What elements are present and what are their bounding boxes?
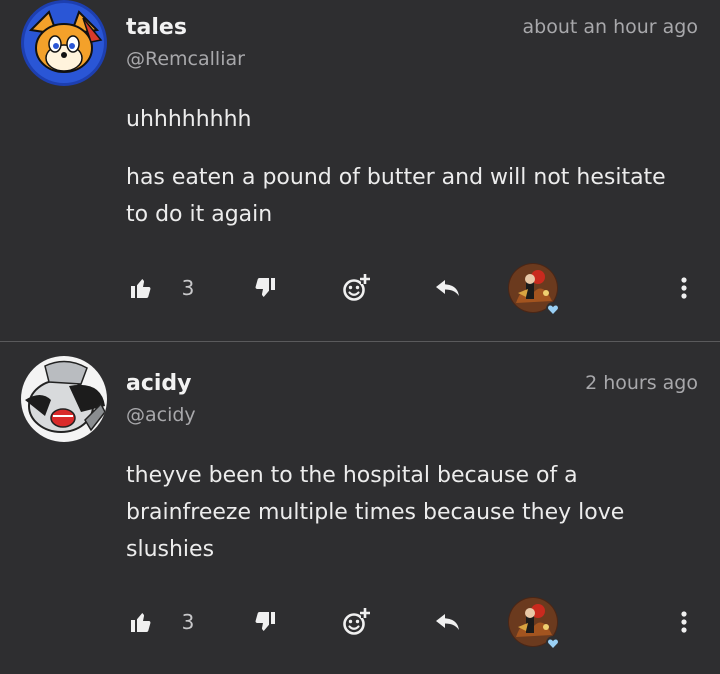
reaction-badge [546, 302, 560, 316]
add-reaction-button[interactable] [338, 258, 374, 318]
username[interactable]: acidy [126, 371, 192, 396]
like-button[interactable] [126, 592, 156, 652]
comment: acidy @acidy 2 hours ago theyve been to … [0, 342, 720, 674]
comment-body: uhhhhhhhh has eaten a pound of butter an… [126, 101, 686, 233]
heart-icon [548, 305, 558, 314]
reply-icon [436, 280, 459, 296]
comment-actions: 3 [0, 592, 720, 652]
add-reaction-icon [343, 274, 370, 301]
comment-paragraph: theyve been to the hospital because of a… [126, 463, 625, 562]
more-vertical-icon [681, 611, 687, 633]
reply-button[interactable] [432, 258, 464, 318]
reaction-badge [546, 636, 560, 650]
timestamp: 2 hours ago [585, 372, 698, 394]
add-reaction-icon [343, 608, 370, 635]
like-count: 3 [181, 610, 195, 634]
more-vertical-icon [681, 277, 687, 299]
comment: tales @Remcalliar about an hour ago uhhh… [0, 0, 720, 342]
thumbs-down-icon [255, 612, 275, 631]
timestamp: about an hour ago [522, 16, 698, 38]
heart-icon [548, 639, 558, 648]
add-reaction-button[interactable] [338, 592, 374, 652]
comment-paragraph: uhhhhhhhh [126, 107, 252, 132]
more-options-button[interactable] [672, 258, 696, 318]
dislike-button[interactable] [250, 258, 280, 318]
like-button[interactable] [126, 258, 156, 318]
user-handle[interactable]: @Remcalliar [126, 48, 245, 70]
like-count: 3 [181, 276, 195, 300]
dislike-button[interactable] [250, 592, 280, 652]
avatar[interactable] [21, 356, 107, 442]
comment-actions: 3 [0, 258, 720, 318]
thumbs-down-icon [255, 278, 275, 297]
user-handle[interactable]: @acidy [126, 404, 196, 426]
comment-body: theyve been to the hospital because of a… [126, 457, 686, 568]
comment-divider [0, 341, 720, 342]
thumbs-up-icon [131, 279, 151, 298]
more-options-button[interactable] [672, 592, 696, 652]
avatar[interactable] [21, 0, 107, 86]
reply-icon [436, 614, 459, 630]
username[interactable]: tales [126, 15, 187, 40]
comment-paragraph: has eaten a pound of butter and will not… [126, 165, 666, 227]
reply-button[interactable] [432, 592, 464, 652]
thumbs-up-icon [131, 613, 151, 632]
